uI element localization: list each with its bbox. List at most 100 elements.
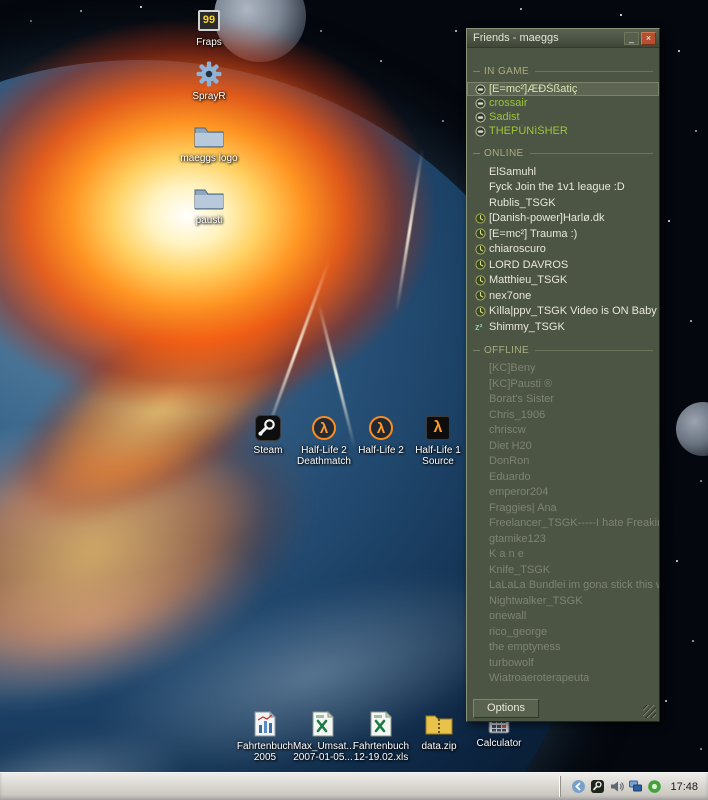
fraps-icon: 99 xyxy=(198,6,220,34)
friend-row[interactable]: the emptyness xyxy=(467,640,659,656)
tray-icons xyxy=(571,779,662,794)
desktop-icon-label: Fahrtenbuch 12-19.02.xls xyxy=(351,741,411,763)
desktop-icon-label: Calculator xyxy=(476,738,521,749)
friend-row[interactable]: Matthieu_TSGK xyxy=(467,273,659,289)
minimize-button[interactable]: _ xyxy=(624,32,639,45)
friend-row[interactable]: emperor204 xyxy=(467,485,659,501)
friend-row[interactable]: nex7one xyxy=(467,288,659,304)
friend-name: Diet H20 xyxy=(489,440,532,452)
friend-name: DonRon xyxy=(489,455,529,467)
lambda-glyph: λ xyxy=(320,420,328,437)
desktop-icon-label: Steam xyxy=(254,445,283,456)
folder-icon xyxy=(194,122,224,150)
friend-row[interactable]: Nightwalker_TSGK xyxy=(467,593,659,609)
friend-row[interactable]: [KC]Pausti ® xyxy=(467,376,659,392)
friend-row[interactable]: crossair xyxy=(467,96,659,110)
away-clock-icon xyxy=(475,244,489,255)
lambda-glyph: λ xyxy=(377,420,385,437)
in-game-icon xyxy=(475,98,489,109)
hide-icons-arrow-icon[interactable] xyxy=(571,779,586,794)
desktop-icon-data-zip[interactable]: data.zip xyxy=(409,710,469,752)
friend-row[interactable]: LaLaLa Bundlei im gona stick this way, L… xyxy=(467,578,659,594)
friend-row[interactable]: Fyck Join the 1v1 league :D xyxy=(467,180,659,196)
friend-row[interactable]: [KC]Beny xyxy=(467,361,659,377)
fraps-badge: 99 xyxy=(203,14,215,26)
resize-grip[interactable] xyxy=(643,705,656,718)
friend-row[interactable]: Freelancer_TSGK-----I hate Freaking POSE… xyxy=(467,516,659,532)
friend-row[interactable]: [Danish-power]Harlø.dk xyxy=(467,211,659,227)
away-clock-icon xyxy=(475,213,489,224)
friend-name: Borat's Sister xyxy=(489,393,554,405)
desktop-icon-fraps[interactable]: 99 Fraps xyxy=(179,6,239,48)
friend-row[interactable]: gtamike123 xyxy=(467,531,659,547)
desktop-icon-max-umsat[interactable]: Max_Umsat... 2007-01-05... xyxy=(293,710,353,763)
desktop-icon-maeggs-logo[interactable]: maeggs logo xyxy=(179,122,239,164)
friend-name: onewall xyxy=(489,610,526,622)
header-rule xyxy=(535,71,653,72)
friend-row[interactable]: chiaroscuro xyxy=(467,242,659,258)
friend-name: [E=mc²]ÆÐŠßatiç xyxy=(489,83,577,95)
close-button[interactable]: × xyxy=(641,32,656,45)
taskbar[interactable]: 17:48 xyxy=(0,772,708,800)
in-game-icon xyxy=(475,126,489,137)
friend-row[interactable]: onewall xyxy=(467,609,659,625)
desktop-icon-hl2-deathmatch[interactable]: λ Half-Life 2 Deathmatch xyxy=(294,414,354,467)
desktop-icon-fahrtenbuch-2005[interactable]: Fahrtenbuch 2005 xyxy=(235,710,295,763)
friend-row[interactable]: Wiatroaeroterapeuta xyxy=(467,671,659,687)
friend-row[interactable]: Chris_1906 xyxy=(467,407,659,423)
section-header-online: ONLINE xyxy=(473,148,653,159)
friend-row[interactable]: Diet H20 xyxy=(467,438,659,454)
friend-row[interactable]: ElSamuhl xyxy=(467,164,659,180)
messenger-icon[interactable] xyxy=(647,779,662,794)
small-planet xyxy=(676,402,708,456)
friend-row[interactable]: Knife_TSGK xyxy=(467,562,659,578)
friends-window: Friends - maeggs _ × IN GAME [E=mc²]ÆÐŠß… xyxy=(466,28,660,722)
options-button[interactable]: Options xyxy=(473,699,539,718)
window-title: Friends - maeggs xyxy=(473,32,622,44)
header-rule xyxy=(530,153,653,154)
away-clock-icon xyxy=(475,275,489,286)
desktop-icon-label: maeggs logo xyxy=(180,153,237,164)
titlebar[interactable]: Friends - maeggs _ × xyxy=(467,29,659,48)
friend-name: Chris_1906 xyxy=(489,409,545,421)
friend-name: the emptyness xyxy=(489,641,561,653)
friend-row[interactable]: Sadist xyxy=(467,110,659,124)
lambda-glyph: λ xyxy=(434,419,443,437)
friend-name: THEPÚNìŠHER xyxy=(489,125,568,137)
friend-row[interactable]: chriscw xyxy=(467,423,659,439)
friend-row[interactable]: Fraggies| Ana xyxy=(467,500,659,516)
header-dash xyxy=(473,153,480,154)
folder-icon xyxy=(194,184,224,212)
desktop-icon-fahrtenbuch-xls[interactable]: Fahrtenbuch 12-19.02.xls xyxy=(351,710,411,763)
friend-row[interactable]: rico_george xyxy=(467,624,659,640)
friend-row[interactable]: K a n e xyxy=(467,547,659,563)
friend-row[interactable]: Rublis_TSGK xyxy=(467,195,659,211)
desktop-icon-label: Half-Life 2 Deathmatch xyxy=(294,445,354,467)
friend-row[interactable]: [E=mc²] Trauma :) xyxy=(467,226,659,242)
friend-name: LaLaLa Bundlei im gona stick this way, L… xyxy=(489,579,659,591)
friend-row[interactable]: LORD DAVROS xyxy=(467,257,659,273)
taskbar-clock[interactable]: 17:48 xyxy=(670,781,698,793)
steam-tray-icon[interactable] xyxy=(590,779,605,794)
friend-name: [E=mc²] Trauma :) xyxy=(489,228,577,240)
desktop-icon-hl1-source[interactable]: λ Half-Life 1 Source xyxy=(408,414,468,467)
volume-icon[interactable] xyxy=(609,779,624,794)
friend-row[interactable]: turbowolf xyxy=(467,655,659,671)
friend-row[interactable]: z²Shimmy_TSGK xyxy=(467,319,659,335)
desktop-icon-sprayr[interactable]: SprayR xyxy=(179,60,239,102)
friend-row[interactable]: [E=mc²]ÆÐŠßatiç xyxy=(467,82,659,96)
friend-name: chriscw xyxy=(489,424,526,436)
header-dash xyxy=(473,350,480,351)
friend-row[interactable]: DonRon xyxy=(467,454,659,470)
system-tray: 17:48 xyxy=(560,776,706,797)
network-icon[interactable] xyxy=(628,779,643,794)
friend-row[interactable]: Eduardo xyxy=(467,469,659,485)
friend-row[interactable]: Kìlla|ppv_TSGK Video is ON Baby 4 real !… xyxy=(467,304,659,320)
friend-name: Fraggies| Ana xyxy=(489,502,557,514)
desktop-icon-steam[interactable]: Steam xyxy=(238,414,298,456)
desktop-icon-hl2[interactable]: λ Half-Life 2 xyxy=(351,414,411,456)
friend-row[interactable]: THEPÚNìŠHER xyxy=(467,124,659,138)
desktop-icon-label: Max_Umsat... 2007-01-05... xyxy=(293,741,353,763)
friend-row[interactable]: Borat's Sister xyxy=(467,392,659,408)
desktop-icon-pausti[interactable]: pausti xyxy=(179,184,239,226)
